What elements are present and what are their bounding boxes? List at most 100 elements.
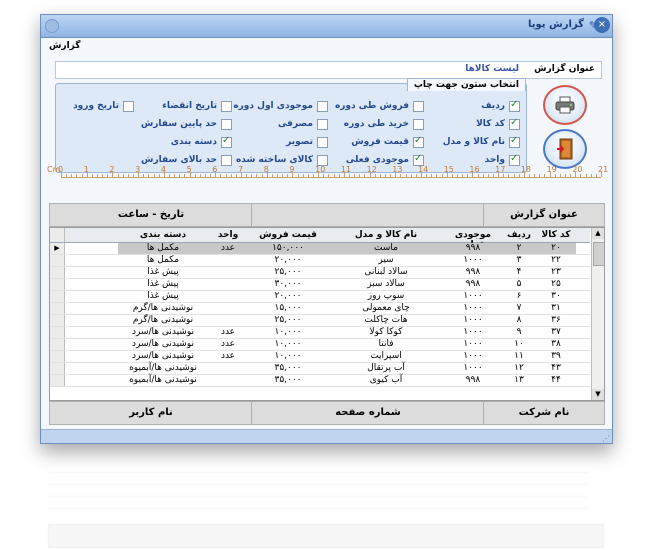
checkbox[interactable] <box>123 100 134 112</box>
table-cell[interactable]: ۱۳ <box>502 375 536 386</box>
report-title-value[interactable]: لیست کالاها <box>465 64 519 74</box>
table-row[interactable]: ۴۴ ۱۳ ۹۹۸ آب کیوی ۳۵,۰۰۰ نوشیدنی ها/آبمیوه <box>50 375 590 387</box>
scroll-thumb[interactable] <box>593 242 604 266</box>
column-header[interactable]: دسته بندی <box>118 230 208 240</box>
table-cell[interactable]: نوشیدنی ها/سرد <box>118 339 208 350</box>
column-checkbox[interactable]: مصرفی <box>278 118 328 130</box>
column-checkbox[interactable]: تاریخ انقضاء <box>162 100 232 112</box>
column-checkbox[interactable]: تاریخ ورود <box>73 100 134 112</box>
table-cell[interactable]: آب پرتقال <box>328 363 444 374</box>
print-button[interactable] <box>543 85 587 125</box>
table-cell[interactable]: ۲ <box>502 243 536 254</box>
vertical-scrollbar[interactable]: ▲ ▼ <box>591 228 604 400</box>
checkbox[interactable] <box>413 100 424 112</box>
table-cell[interactable]: ۳۰,۰۰۰ <box>248 279 328 290</box>
close-button[interactable]: × <box>594 17 610 33</box>
checkbox[interactable] <box>413 135 424 148</box>
checkbox[interactable] <box>221 135 232 148</box>
checkbox[interactable] <box>317 118 328 130</box>
table-cell[interactable]: ۲۰,۰۰۰ <box>248 291 328 302</box>
table-row[interactable]: ۳۷ ۹ ۱۰۰۰ کوکا کولا ۱۰,۰۰۰ عدد نوشیدنی ها/سرد <box>50 327 590 339</box>
table-row[interactable]: ۳۱ ۷ ۱۰۰۰ چای معمولی ۱۵,۰۰۰ نوشیدنی ها/گرم <box>50 303 590 315</box>
column-checkbox[interactable]: ردیف <box>481 99 520 112</box>
table-cell[interactable]: مکمل ها <box>118 255 208 266</box>
table-row[interactable]: ۲۲ ۳ ۱۰۰۰ سیر ۲۰,۰۰۰ مکمل ها <box>50 255 590 267</box>
table-row[interactable]: ۲۵ ۵ ۹۹۸ سالاد سبز ۳۰,۰۰۰ پیش غذا <box>50 279 590 291</box>
table-cell[interactable] <box>208 255 248 266</box>
table-cell[interactable]: سالاد لبنانی <box>328 267 444 278</box>
row-selector[interactable] <box>50 327 65 338</box>
table-cell[interactable] <box>208 291 248 302</box>
table-cell[interactable]: سالاد سبز <box>328 279 444 290</box>
row-selector[interactable] <box>50 279 65 290</box>
table-cell[interactable]: ۱۰۰۰ <box>444 315 502 326</box>
table-row[interactable]: ۲۳ ۴ ۹۹۸ سالاد لبنانی ۲۵,۰۰۰ پیش غذا <box>50 267 590 279</box>
checkbox[interactable] <box>509 99 520 112</box>
table-cell[interactable]: سوپ روز <box>328 291 444 302</box>
table-cell[interactable]: نوشیدنی ها/آبمیوه <box>118 363 208 374</box>
table-cell[interactable]: ۳۹ <box>536 351 576 362</box>
table-row[interactable]: ۳۹ ۱۱ ۱۰۰۰ اسپرایت ۱۰,۰۰۰ عدد نوشیدنی ها/سرد <box>50 351 590 363</box>
table-cell[interactable] <box>208 267 248 278</box>
table-cell[interactable]: چای معمولی <box>328 303 444 314</box>
table-row[interactable]: ▶ ۲۰ ۲ ۹۹۸ ماست ۱۵۰,۰۰۰ عدد مکمل ها <box>50 243 590 255</box>
checkbox[interactable] <box>317 100 328 112</box>
table-cell[interactable]: عدد <box>208 351 248 362</box>
table-cell[interactable]: ۵ <box>502 279 536 290</box>
table-cell[interactable]: سیر <box>328 255 444 266</box>
checkbox[interactable] <box>413 118 424 130</box>
table-cell[interactable]: ۱۵,۰۰۰ <box>248 303 328 314</box>
column-header[interactable]: واحد <box>208 230 248 240</box>
checkbox[interactable] <box>317 136 328 148</box>
table-cell[interactable]: ۲۳ <box>536 267 576 278</box>
row-selector[interactable] <box>50 267 65 278</box>
checkbox[interactable] <box>221 118 232 130</box>
table-cell[interactable]: ۷ <box>502 303 536 314</box>
checkbox[interactable] <box>221 100 232 112</box>
table-cell[interactable]: ۱۰۰۰ <box>444 291 502 302</box>
table-row[interactable]: ۴۳ ۱۲ ۱۰۰۰ آب پرتقال ۳۵,۰۰۰ نوشیدنی ها/آبمیوه <box>50 363 590 375</box>
table-cell[interactable]: ۴ <box>502 267 536 278</box>
table-cell[interactable]: ۳۵,۰۰۰ <box>248 375 328 386</box>
table-cell[interactable]: پیش غذا <box>118 291 208 302</box>
table-cell[interactable]: نوشیدنی ها/سرد <box>118 327 208 338</box>
table-cell[interactable]: ۱۰,۰۰۰ <box>248 327 328 338</box>
column-checkbox[interactable]: تصویر <box>286 136 328 148</box>
checkbox[interactable] <box>509 153 520 166</box>
table-cell[interactable]: ۹ <box>502 327 536 338</box>
column-checkbox[interactable]: نام کالا و مدل <box>443 135 520 148</box>
column-checkbox[interactable]: فروش طی دوره <box>335 100 424 112</box>
title-bar[interactable]: گزارش پویا ✎ × <box>41 15 612 38</box>
table-cell[interactable]: ۳۱ <box>536 303 576 314</box>
table-cell[interactable]: هات چاکلت <box>328 315 444 326</box>
checkbox[interactable] <box>509 135 520 148</box>
table-cell[interactable]: ۱۰,۰۰۰ <box>248 339 328 350</box>
column-checkbox[interactable]: قیمت فروش <box>351 135 424 148</box>
table-cell[interactable] <box>208 279 248 290</box>
table-cell[interactable]: ۱۰۰۰ <box>444 351 502 362</box>
current-row-indicator-icon[interactable]: ▶ <box>50 243 65 254</box>
table-cell[interactable]: ۲۲ <box>536 255 576 266</box>
table-cell[interactable]: ۱۰۰۰ <box>444 363 502 374</box>
table-cell[interactable]: ۳۶ <box>536 315 576 326</box>
row-selector[interactable] <box>50 339 65 350</box>
table-cell[interactable]: ۳۰ <box>536 291 576 302</box>
column-checkbox[interactable]: کد کالا <box>476 117 520 130</box>
column-header[interactable]: نام کالا و مدل <box>328 230 444 240</box>
table-cell[interactable]: ۳۸ <box>536 339 576 350</box>
table-cell[interactable]: نوشیدنی ها/آبمیوه <box>118 375 208 386</box>
table-cell[interactable]: ۲۰,۰۰۰ <box>248 255 328 266</box>
resize-grip-icon[interactable]: ⋰ <box>602 434 610 443</box>
table-cell[interactable]: ۲۵,۰۰۰ <box>248 315 328 326</box>
table-cell[interactable]: ۳۷ <box>536 327 576 338</box>
table-cell[interactable]: اسپرایت <box>328 351 444 362</box>
column-header[interactable]: ردیف <box>502 230 536 240</box>
table-cell[interactable]: نوشیدنی ها/گرم <box>118 315 208 326</box>
column-checkbox[interactable]: دسته بندی <box>171 135 232 148</box>
table-cell[interactable]: ۱۰۰۰ <box>444 255 502 266</box>
table-cell[interactable]: ۹۹۸ <box>444 375 502 386</box>
table-cell[interactable]: ۲۵,۰۰۰ <box>248 267 328 278</box>
row-selector[interactable] <box>50 375 65 386</box>
report-title-field[interactable]: عنوان گزارش لیست کالاها <box>55 61 602 79</box>
row-selector[interactable] <box>50 363 65 374</box>
